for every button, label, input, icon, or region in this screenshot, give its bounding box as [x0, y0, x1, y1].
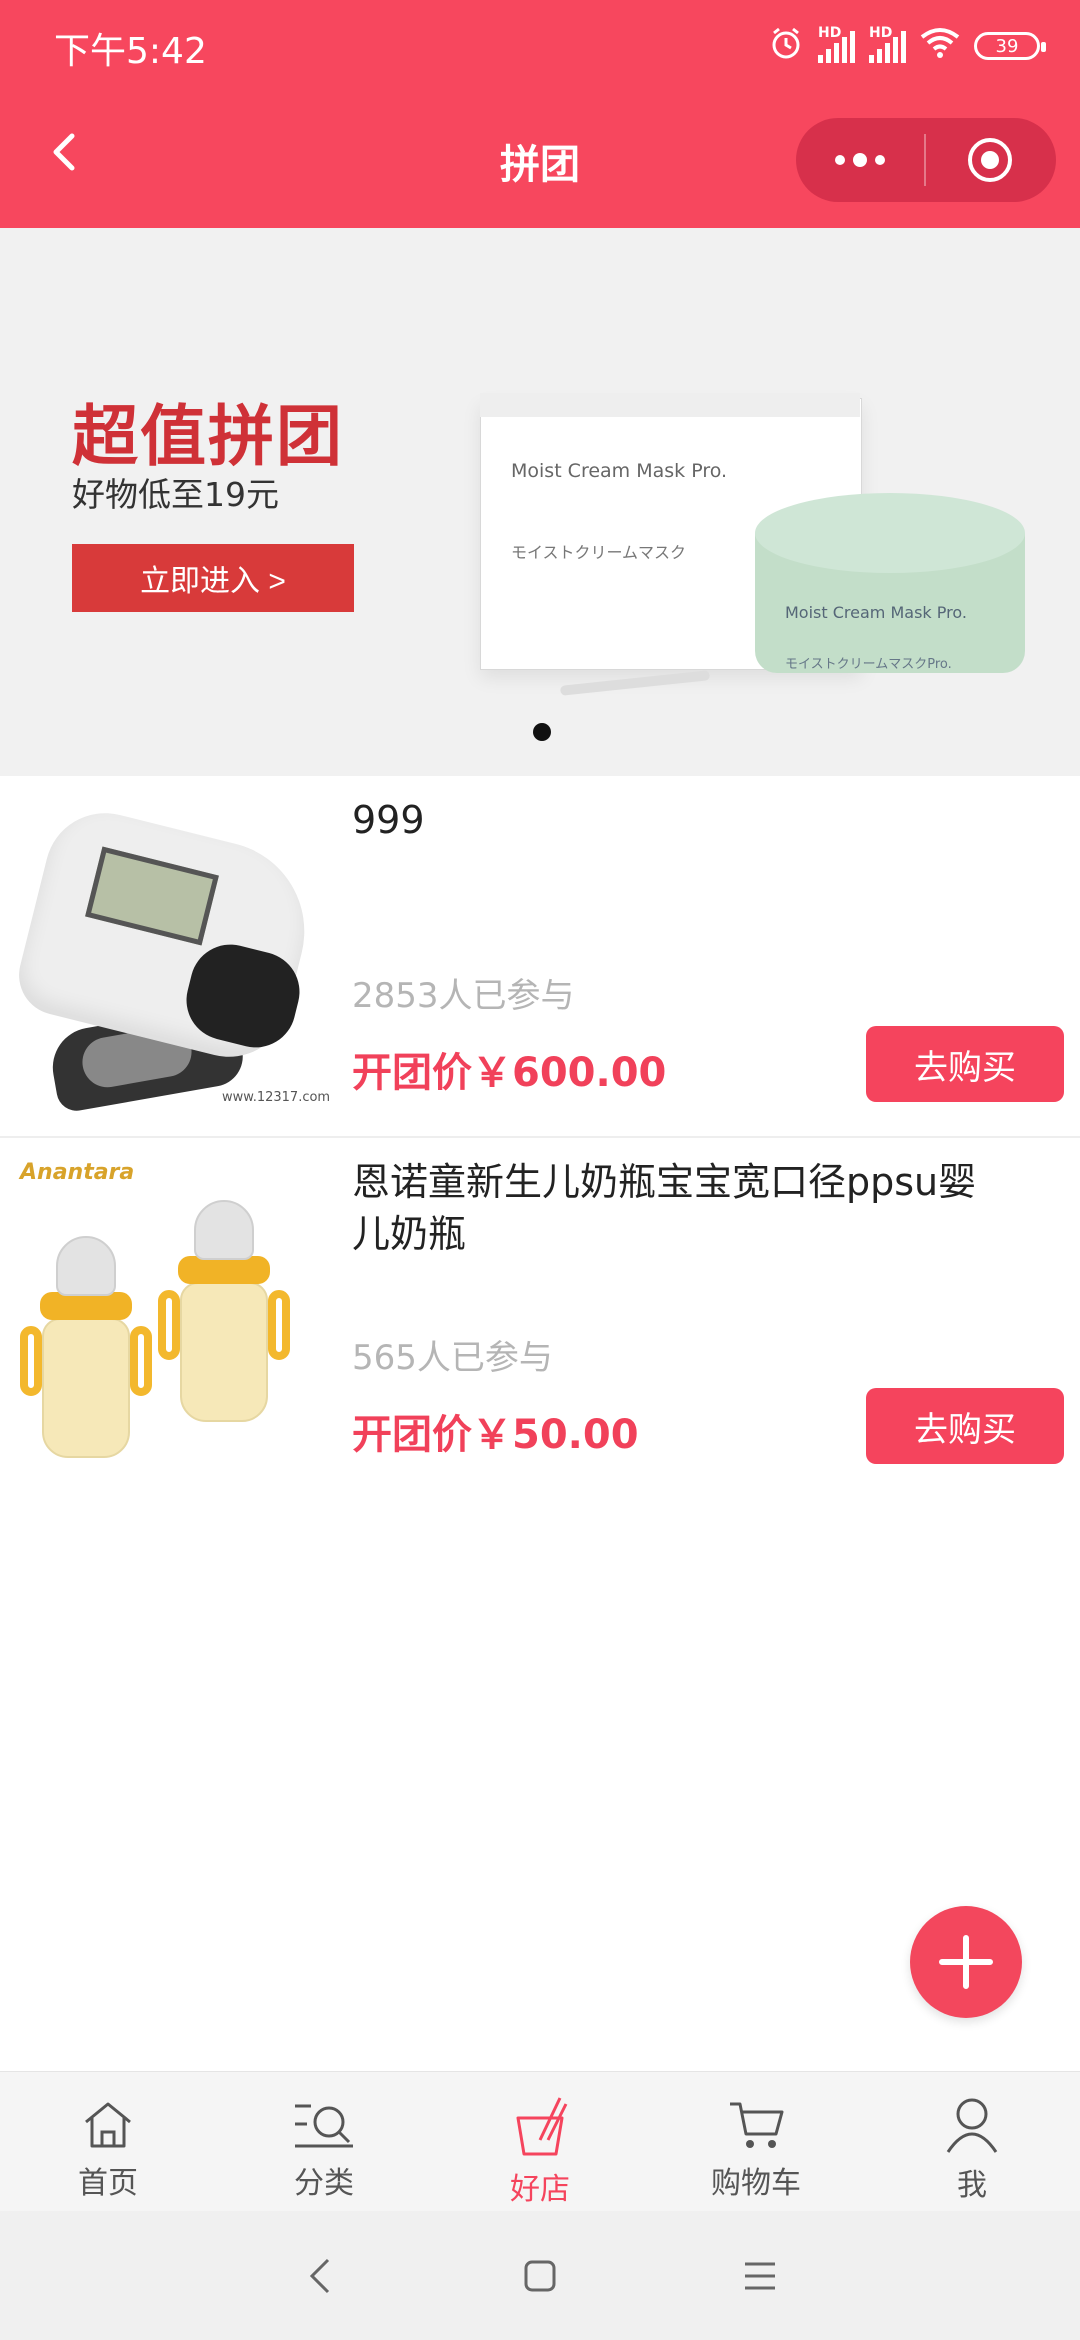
- plus-icon: [939, 1935, 993, 1989]
- signal-hd-label: HD: [818, 25, 842, 41]
- user-icon: [946, 2098, 998, 2153]
- tab-label: 好店: [510, 2172, 570, 2207]
- status-time: 下午5:42: [54, 31, 207, 72]
- tab-label: 分类: [294, 2166, 354, 2201]
- system-back-button[interactable]: [210, 2226, 430, 2326]
- enter-now-button[interactable]: 立即进入 >: [72, 544, 354, 612]
- bottle-nipple: [194, 1200, 254, 1260]
- tab-bar: 首页 分类 好店 购物车 我: [0, 2071, 1080, 2212]
- signal-icon: HD: [869, 25, 906, 63]
- back-icon: [309, 2258, 330, 2293]
- promo-banner[interactable]: 超值拼团 好物低至19元 立即进入 > Moist Cream Mask Pro…: [0, 228, 1080, 776]
- bottle-body: [42, 1318, 130, 1458]
- cart-icon: [730, 2102, 784, 2148]
- category-search-icon: [295, 2104, 353, 2148]
- product-thumbnail: www.12317.com: [10, 798, 331, 1114]
- buy-button[interactable]: 去购买: [866, 1388, 1064, 1464]
- product-thumbnail: Anantara: [12, 1160, 330, 1476]
- image-watermark: www.12317.com: [222, 1090, 331, 1105]
- bottle-body: [180, 1282, 268, 1422]
- target-circle-icon: [968, 138, 1012, 182]
- close-button[interactable]: [926, 118, 1054, 202]
- alarm-icon: [768, 25, 804, 67]
- box-lid: [480, 393, 860, 417]
- more-button[interactable]: [796, 118, 924, 202]
- tab-category[interactable]: 分类: [216, 2072, 432, 2212]
- signal-hd-label: HD: [869, 25, 893, 41]
- more-dots-icon: [835, 153, 885, 167]
- jar-lid: [755, 493, 1025, 573]
- menu-icon: [745, 2262, 775, 2289]
- shop-cup-icon: [516, 2097, 568, 2156]
- bottle-handle: [130, 1326, 152, 1396]
- bottle-handle: [20, 1326, 42, 1396]
- tab-home[interactable]: 首页: [0, 2072, 216, 2212]
- group-price: 开团价￥50.00: [352, 1412, 639, 1458]
- product-card[interactable]: Anantara 恩诺童新生儿奶瓶宝宝宽口径ppsu婴儿奶瓶 565人已参与 开…: [0, 1138, 1080, 1498]
- group-price: 开团价￥600.00: [352, 1050, 667, 1096]
- spatula-image: [559, 670, 711, 696]
- tab-shop[interactable]: 好店: [432, 2072, 648, 2212]
- add-button[interactable]: [910, 1906, 1022, 2018]
- bottle-image: [20, 1236, 152, 1458]
- tab-label: 我: [957, 2168, 987, 2203]
- signal-icon: HD: [818, 25, 855, 63]
- system-menu-button[interactable]: [650, 2226, 870, 2326]
- tab-cart[interactable]: 购物车: [648, 2072, 864, 2212]
- participants-count: 565人已参与: [352, 1338, 553, 1378]
- tab-label: 购物车: [711, 2166, 801, 2201]
- brand-logo: Anantara: [20, 1160, 135, 1185]
- product-title: 999: [352, 798, 425, 842]
- home-icon: [85, 2102, 131, 2148]
- bottle-ring: [40, 1292, 132, 1320]
- banner-subtitle: 好物低至19元: [72, 475, 279, 514]
- status-icons: HD HD 39: [768, 22, 1046, 70]
- carousel-dot-active[interactable]: [533, 723, 551, 741]
- wifi-icon: [920, 27, 960, 65]
- participants-count: 2853人已参与: [352, 976, 575, 1016]
- box-label: Moist Cream Mask Pro.: [511, 460, 728, 482]
- banner-title: 超值拼团: [72, 398, 344, 475]
- system-nav-bar: [0, 2211, 1080, 2340]
- system-home-button[interactable]: [430, 2226, 650, 2326]
- bottle-ring: [178, 1256, 270, 1284]
- bottle-image: [158, 1200, 290, 1422]
- bottle-nipple: [56, 1236, 116, 1296]
- bottle-handle: [158, 1290, 180, 1360]
- cream-jar-image: Moist Cream Mask Pro. モイストクリームマスクPro.: [755, 493, 1025, 708]
- tab-me[interactable]: 我: [864, 2072, 1080, 2212]
- home-square-icon: [524, 2260, 556, 2291]
- buy-button[interactable]: 去购买: [866, 1026, 1064, 1102]
- product-card[interactable]: www.12317.com 999 2853人已参与 开团价￥600.00 去购…: [0, 776, 1080, 1138]
- jar-label: Moist Cream Mask Pro.: [785, 603, 967, 622]
- product-title: 恩诺童新生儿奶瓶宝宝宽口径ppsu婴儿奶瓶: [352, 1160, 977, 1256]
- tab-label: 首页: [78, 2166, 138, 2201]
- bottle-handle: [268, 1290, 290, 1360]
- box-sublabel: モイストクリームマスク: [511, 543, 687, 562]
- jar-sublabel: モイストクリームマスクPro.: [785, 657, 952, 672]
- battery-icon: 39: [974, 32, 1046, 60]
- miniprogram-capsule: [796, 118, 1056, 202]
